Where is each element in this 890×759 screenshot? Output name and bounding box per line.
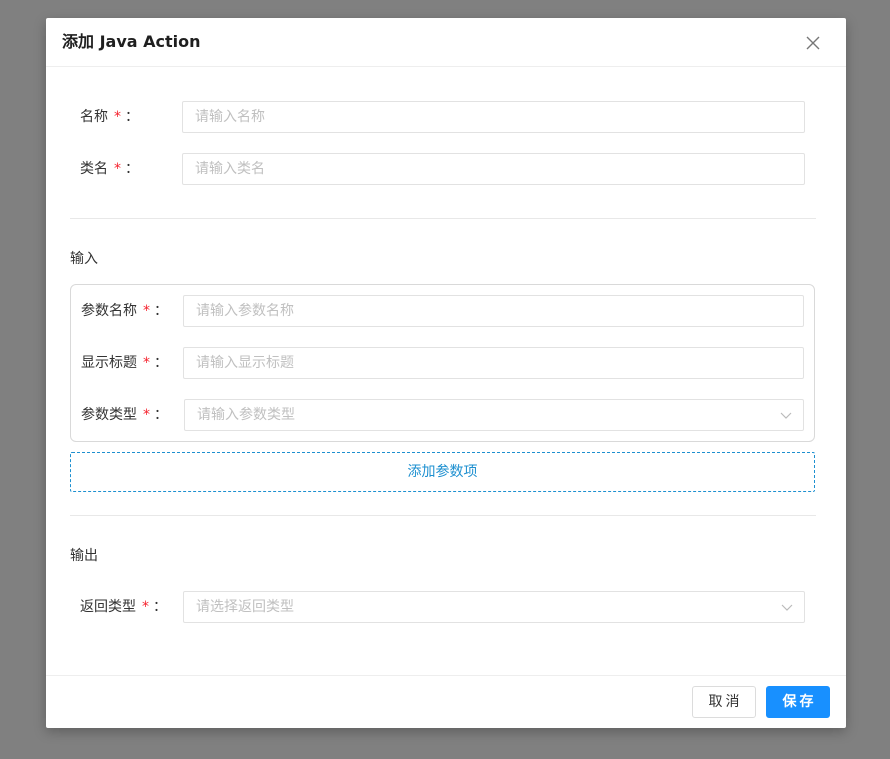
- param-type-label: 参数类型 *：: [81, 407, 168, 423]
- required-mark: *: [114, 109, 121, 125]
- required-mark: *: [143, 407, 150, 423]
- required-mark: *: [143, 303, 150, 319]
- required-mark: *: [114, 161, 121, 177]
- output-section-title: 输出: [70, 548, 98, 564]
- chevron-down-icon: [781, 604, 793, 611]
- param-name-input[interactable]: [183, 295, 804, 327]
- dialog-footer: 取消 保存: [46, 675, 846, 728]
- required-mark: *: [142, 599, 149, 615]
- dialog-header: 添加 Java Action: [46, 18, 846, 67]
- return-type-label: 返回类型 *：: [80, 599, 167, 615]
- display-title-row: 显示标题 *：: [46, 347, 846, 379]
- param-type-select[interactable]: 请输入参数类型: [184, 399, 804, 431]
- add-java-action-dialog: 添加 Java Action 名称*： 类名*： 输入 参数名称*： 显示标题*…: [46, 18, 846, 728]
- display-title-label: 显示标题 *：: [81, 355, 168, 371]
- name-input[interactable]: [182, 101, 805, 133]
- close-icon[interactable]: [806, 36, 820, 50]
- add-param-button[interactable]: 添加参数项: [70, 452, 815, 492]
- class-name-row: 类名 *：: [46, 153, 846, 185]
- class-name-label: 类名 *：: [80, 161, 139, 177]
- param-name-label: 参数名称 *：: [81, 303, 168, 319]
- save-button[interactable]: 保存: [766, 686, 830, 718]
- display-title-input[interactable]: [183, 347, 804, 379]
- cancel-button[interactable]: 取消: [692, 686, 756, 718]
- param-name-row: 参数名称 *：: [46, 295, 846, 327]
- dialog-title: 添加 Java Action: [62, 32, 201, 51]
- divider: [70, 515, 816, 516]
- return-type-select[interactable]: 请选择返回类型: [183, 591, 805, 623]
- param-type-row: 参数类型 *： 请输入参数类型: [46, 399, 846, 431]
- return-type-placeholder: 请选择返回类型: [196, 599, 294, 615]
- input-section-title: 输入: [70, 251, 98, 267]
- name-label: 名称 *：: [80, 109, 139, 125]
- name-row: 名称 *：: [46, 101, 846, 133]
- param-type-placeholder: 请输入参数类型: [197, 407, 295, 423]
- divider: [70, 218, 816, 219]
- chevron-down-icon: [780, 412, 792, 419]
- return-type-row: 返回类型 *： 请选择返回类型: [46, 591, 846, 623]
- required-mark: *: [143, 355, 150, 371]
- class-name-input[interactable]: [182, 153, 805, 185]
